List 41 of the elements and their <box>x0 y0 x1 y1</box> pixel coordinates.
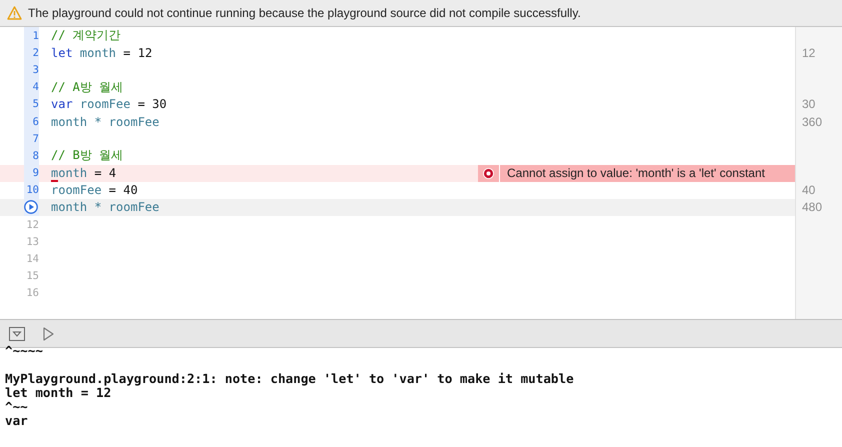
hide-console-icon[interactable] <box>9 326 25 340</box>
result-value[interactable]: 40 <box>802 183 816 198</box>
console-output-line: ^~~ <box>5 400 29 414</box>
code-line: var roomFee = 30 <box>51 97 167 112</box>
line-number: 8 <box>32 150 39 162</box>
line-number: 16 <box>26 287 39 300</box>
play-icon[interactable] <box>43 326 54 340</box>
warning-message: The playground could not continue running because the playground source did not compile successfully. <box>28 6 581 20</box>
console-output-line: let month = 12 <box>5 386 112 400</box>
line-number: 12 <box>26 218 39 231</box>
result-value[interactable]: 360 <box>802 114 822 129</box>
line-number: 4 <box>32 81 39 94</box>
error-annotation[interactable]: Cannot assign to value: 'month' is a 'let' constant <box>478 164 795 182</box>
result-value[interactable]: 12 <box>802 46 816 60</box>
result-value[interactable]: 480 <box>802 200 822 214</box>
code-line: month * roomFee <box>51 200 160 214</box>
code-line: month = 4 <box>51 166 116 180</box>
console-output-line: MyPlayground.playground:2:1: note: change 'let' to 'var' to make it mutable <box>5 372 575 386</box>
console-output-line: var <box>5 414 29 428</box>
line-number: 14 <box>26 253 39 266</box>
line-number: 13 <box>26 236 39 248</box>
error-icon <box>483 168 494 178</box>
line-number: 5 <box>32 98 39 110</box>
console-output-line: ^~~~~ <box>5 344 44 358</box>
line-number: 9 <box>32 167 39 180</box>
line-number: 1 <box>32 30 39 42</box>
error-message: Cannot assign to value: 'month' is a 'let' constant <box>507 164 765 182</box>
code-line: // A방 월세 <box>51 78 124 96</box>
warning-icon <box>7 6 22 20</box>
code-line: // 계약기간 <box>51 27 121 44</box>
line-number: 15 <box>26 270 39 282</box>
code-line: roomFee = 40 <box>51 183 138 198</box>
line-number: 10 <box>26 184 39 196</box>
code-line: month * roomFee <box>51 114 160 129</box>
line-number: 3 <box>32 64 39 76</box>
code-line: let month = 12 <box>51 46 152 60</box>
code-line: // B방 월세 <box>51 147 124 164</box>
result-value[interactable]: 30 <box>802 97 816 112</box>
line-number: 6 <box>32 116 39 128</box>
line-number: 7 <box>32 132 39 145</box>
line-number: 2 <box>32 46 39 59</box>
